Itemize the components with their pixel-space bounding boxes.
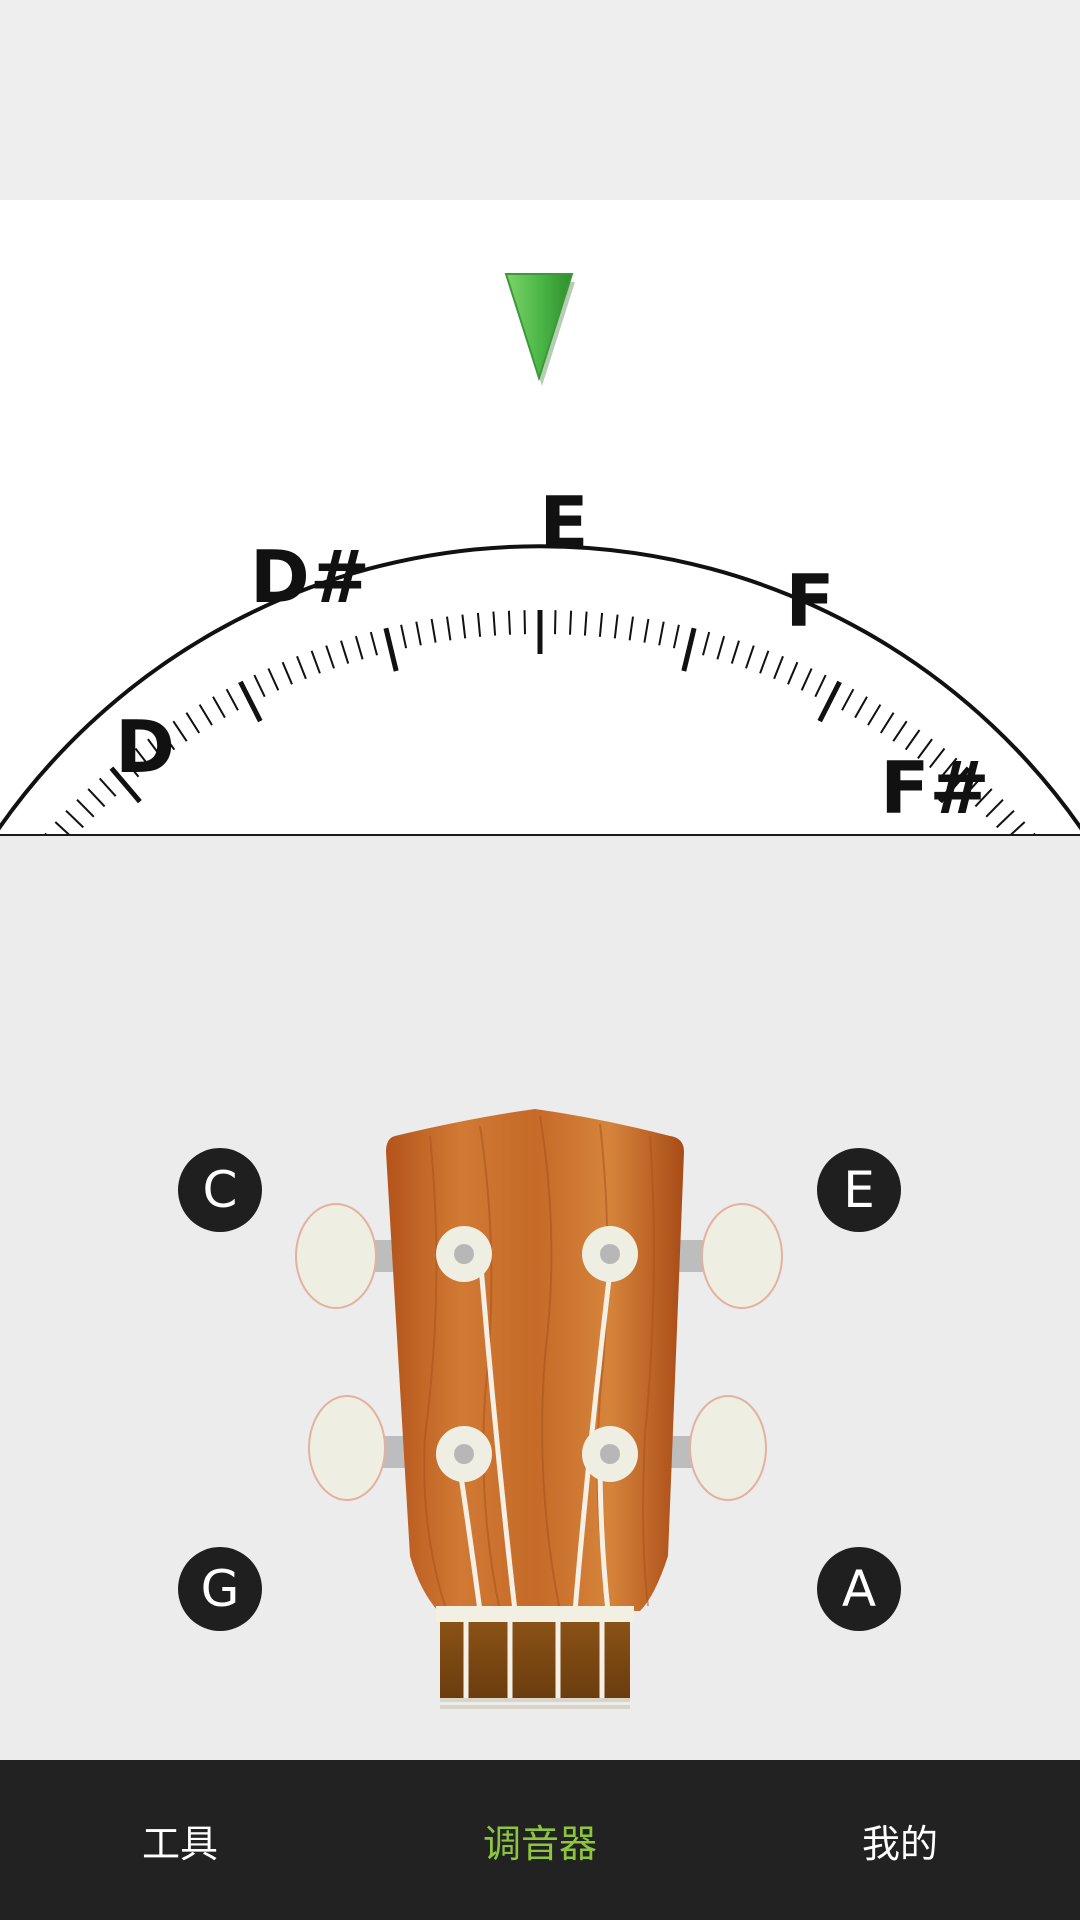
nav-tab-tools[interactable]: 工具 [0, 1760, 360, 1920]
dial-minor-tick [325, 645, 335, 669]
dial-minor-tick [730, 640, 740, 664]
headstock-wood [386, 1109, 684, 1611]
dial-minor-tick [879, 712, 895, 734]
string-post-left-top [436, 1226, 492, 1282]
dial-minor-tick [76, 798, 95, 818]
note-label-d: D [115, 705, 175, 789]
dial-minor-tick [773, 655, 784, 680]
tuner-dial: D D# E F F# [0, 200, 1080, 836]
dial-minor-tick [1010, 821, 1026, 834]
dial-minor-tick [492, 611, 497, 636]
string-post-left-bottom [436, 1426, 492, 1482]
dial-major-tick [681, 627, 697, 672]
dial-minor-tick [787, 661, 799, 685]
dial-minor-tick [296, 655, 307, 680]
dial-minor-tick [461, 614, 467, 639]
dial-minor-tick [400, 624, 408, 649]
dial-minor-tick [354, 635, 364, 660]
dial-minor-tick [446, 616, 452, 641]
dial-minor-tick [996, 809, 1015, 829]
dial-major-tick [383, 627, 399, 672]
nav-tab-mine[interactable]: 我的 [720, 1760, 1080, 1920]
dial-minor-tick [745, 645, 755, 669]
dial-minor-tick [800, 668, 813, 691]
dial-minor-tick [523, 610, 526, 635]
dial-minor-tick [672, 624, 680, 649]
dial-minor-tick [554, 610, 557, 635]
dial-minor-tick [310, 650, 321, 674]
string-post-right-bottom [582, 1426, 638, 1482]
note-label-d-sharp: D# [250, 535, 370, 619]
dial-minor-tick [172, 720, 188, 742]
string-button-a[interactable]: A [817, 1547, 901, 1631]
dial-minor-tick [841, 688, 855, 711]
tuning-peg-right-top [676, 1203, 783, 1309]
tuning-peg-left-bottom [308, 1395, 408, 1501]
dial-minor-tick [892, 720, 908, 742]
dial-minor-tick [658, 621, 665, 646]
dial-minor-tick [628, 616, 634, 641]
note-label-e: E [539, 481, 588, 565]
dial-minor-tick [98, 777, 117, 797]
dial-minor-tick [65, 809, 84, 829]
dial-minor-tick [340, 640, 350, 664]
dial-minor-tick [716, 635, 726, 660]
dial-graphic: D D# E F F# [0, 273, 1080, 834]
dial-minor-tick [814, 674, 827, 698]
string-button-c[interactable]: C [178, 1148, 262, 1232]
nav-tab-tuner[interactable]: 调音器 [360, 1760, 720, 1920]
pitch-indicator [504, 273, 575, 386]
dial-minor-tick [87, 788, 106, 808]
dial-minor-tick [415, 621, 422, 646]
dial-minor-tick [281, 661, 293, 685]
dial-minor-tick [212, 696, 226, 719]
dial-minor-tick [369, 631, 378, 656]
dial-minor-tick [253, 674, 266, 698]
dial-minor-tick [185, 712, 201, 734]
dial-minor-tick [643, 618, 650, 643]
dial-minor-tick [867, 704, 882, 726]
frets [440, 1698, 630, 1709]
nut [436, 1606, 634, 1622]
dial-minor-tick [267, 668, 280, 691]
dial-minor-tick [198, 704, 213, 726]
dial-major-tick [238, 680, 263, 723]
dial-minor-tick [476, 612, 482, 637]
dial-major-tick [817, 680, 842, 723]
top-bar [0, 0, 1080, 200]
dial-minor-tick [569, 610, 573, 635]
dial-minor-tick [702, 631, 711, 656]
dial-minor-tick [430, 618, 437, 643]
tuning-peg-left-top [295, 1203, 398, 1309]
ukulele-headstock [295, 1109, 783, 1709]
bottom-nav: 工具 调音器 我的 [0, 1760, 1080, 1920]
dial-minor-tick [854, 696, 868, 719]
string-button-e[interactable]: E [817, 1148, 901, 1232]
dial-minor-tick [583, 611, 588, 636]
dial-minor-tick [225, 688, 239, 711]
string-post-right-top [582, 1226, 638, 1282]
tuner-area: C E G A [0, 836, 1080, 1760]
dial-minor-tick [54, 821, 70, 834]
dial-minor-tick [598, 612, 604, 637]
string-button-g[interactable]: G [178, 1547, 262, 1631]
dial-minor-tick [613, 614, 619, 639]
dial-minor-tick [759, 650, 770, 674]
tuning-peg-right-bottom [668, 1395, 767, 1501]
dial-minor-tick [44, 832, 47, 834]
dial-minor-tick [507, 610, 511, 635]
note-label-f-sharp: F# [880, 746, 990, 830]
note-label-f: F [785, 559, 834, 643]
dial-minor-tick [1033, 832, 1036, 834]
